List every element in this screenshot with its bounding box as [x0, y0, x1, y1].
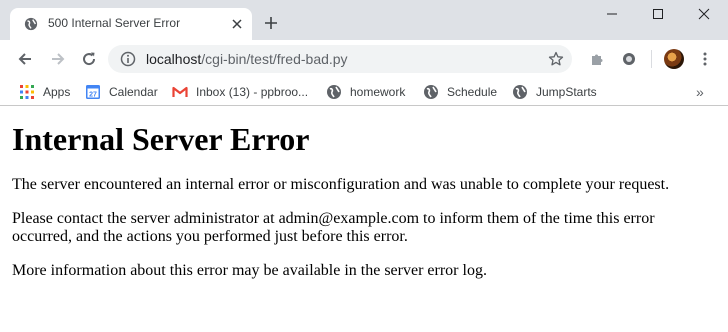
browser-tab[interactable]: 500 Internal Server Error: [10, 8, 252, 40]
calendar-icon: 27: [86, 85, 100, 99]
close-window-icon[interactable]: [694, 6, 714, 22]
globe-icon: [327, 85, 341, 99]
back-arrow-icon[interactable]: [17, 51, 33, 67]
close-tab-icon[interactable]: [229, 16, 245, 32]
bookmarks-overflow-chevron[interactable]: »: [696, 84, 704, 100]
globe-icon: [424, 85, 438, 99]
minimize-icon[interactable]: [602, 6, 622, 22]
address-bar[interactable]: localhost/cgi-bin/test/fred-bad.py: [108, 45, 572, 73]
page-content: Internal Server Error The server encount…: [0, 108, 728, 332]
bookmark-label: homework: [350, 85, 406, 99]
info-icon[interactable]: [120, 51, 136, 67]
apps-grid-icon: [20, 85, 34, 99]
bookmark-homework[interactable]: homework: [326, 82, 405, 102]
bookmark-label: Inbox (13) - ppbroo...: [196, 85, 309, 99]
error-heading: Internal Server Error: [12, 121, 310, 157]
browser-toolbar: localhost/cgi-bin/test/fred-bad.py: [0, 40, 728, 78]
log-info-paragraph: More information about this error may be…: [12, 262, 487, 279]
url-path: /cgi-bin/test/fred-bad.py: [201, 51, 348, 67]
bookmark-label: JumpStarts: [536, 85, 597, 99]
svg-text:27: 27: [89, 92, 97, 99]
gmail-icon: [172, 86, 188, 97]
url-host: localhost: [146, 51, 202, 67]
forward-arrow-icon[interactable]: [50, 51, 66, 67]
bookmark-label: Schedule: [447, 85, 498, 99]
globe-icon: [24, 17, 38, 31]
bookmark-schedule[interactable]: Schedule: [423, 82, 497, 102]
extension-circle-icon[interactable]: [621, 51, 637, 67]
menu-dots-icon[interactable]: [697, 51, 713, 67]
profile-avatar[interactable]: [664, 49, 684, 69]
extension-puzzle-icon[interactable]: [589, 51, 605, 67]
tab-title: 500 Internal Server Error: [48, 16, 181, 30]
url-text[interactable]: localhost/cgi-bin/test/fred-bad.py: [146, 51, 348, 67]
maximize-icon[interactable]: [648, 6, 668, 22]
error-paragraph: The server encountered an internal error…: [12, 176, 670, 193]
bookmark-label: Calendar: [109, 85, 158, 99]
bookmark-jumpstarts[interactable]: JumpStarts: [512, 82, 597, 102]
contact-paragraph: Please contact the server administrator …: [12, 210, 655, 245]
tab-strip: 500 Internal Server Error: [0, 0, 728, 40]
bookmarks-bar: Apps 27 Calendar Inbox (13) - ppbroo... …: [0, 78, 728, 106]
reload-icon[interactable]: [81, 51, 97, 67]
bookmark-apps[interactable]: Apps: [19, 82, 70, 102]
new-tab-icon[interactable]: [263, 15, 279, 31]
toolbar-separator: [651, 50, 652, 68]
bookmark-inbox[interactable]: Inbox (13) - ppbroo...: [172, 82, 308, 102]
globe-icon: [513, 85, 527, 99]
bookmark-star-icon[interactable]: [548, 51, 564, 67]
bookmark-label: Apps: [43, 85, 71, 99]
bookmark-calendar[interactable]: 27 Calendar: [85, 82, 158, 102]
